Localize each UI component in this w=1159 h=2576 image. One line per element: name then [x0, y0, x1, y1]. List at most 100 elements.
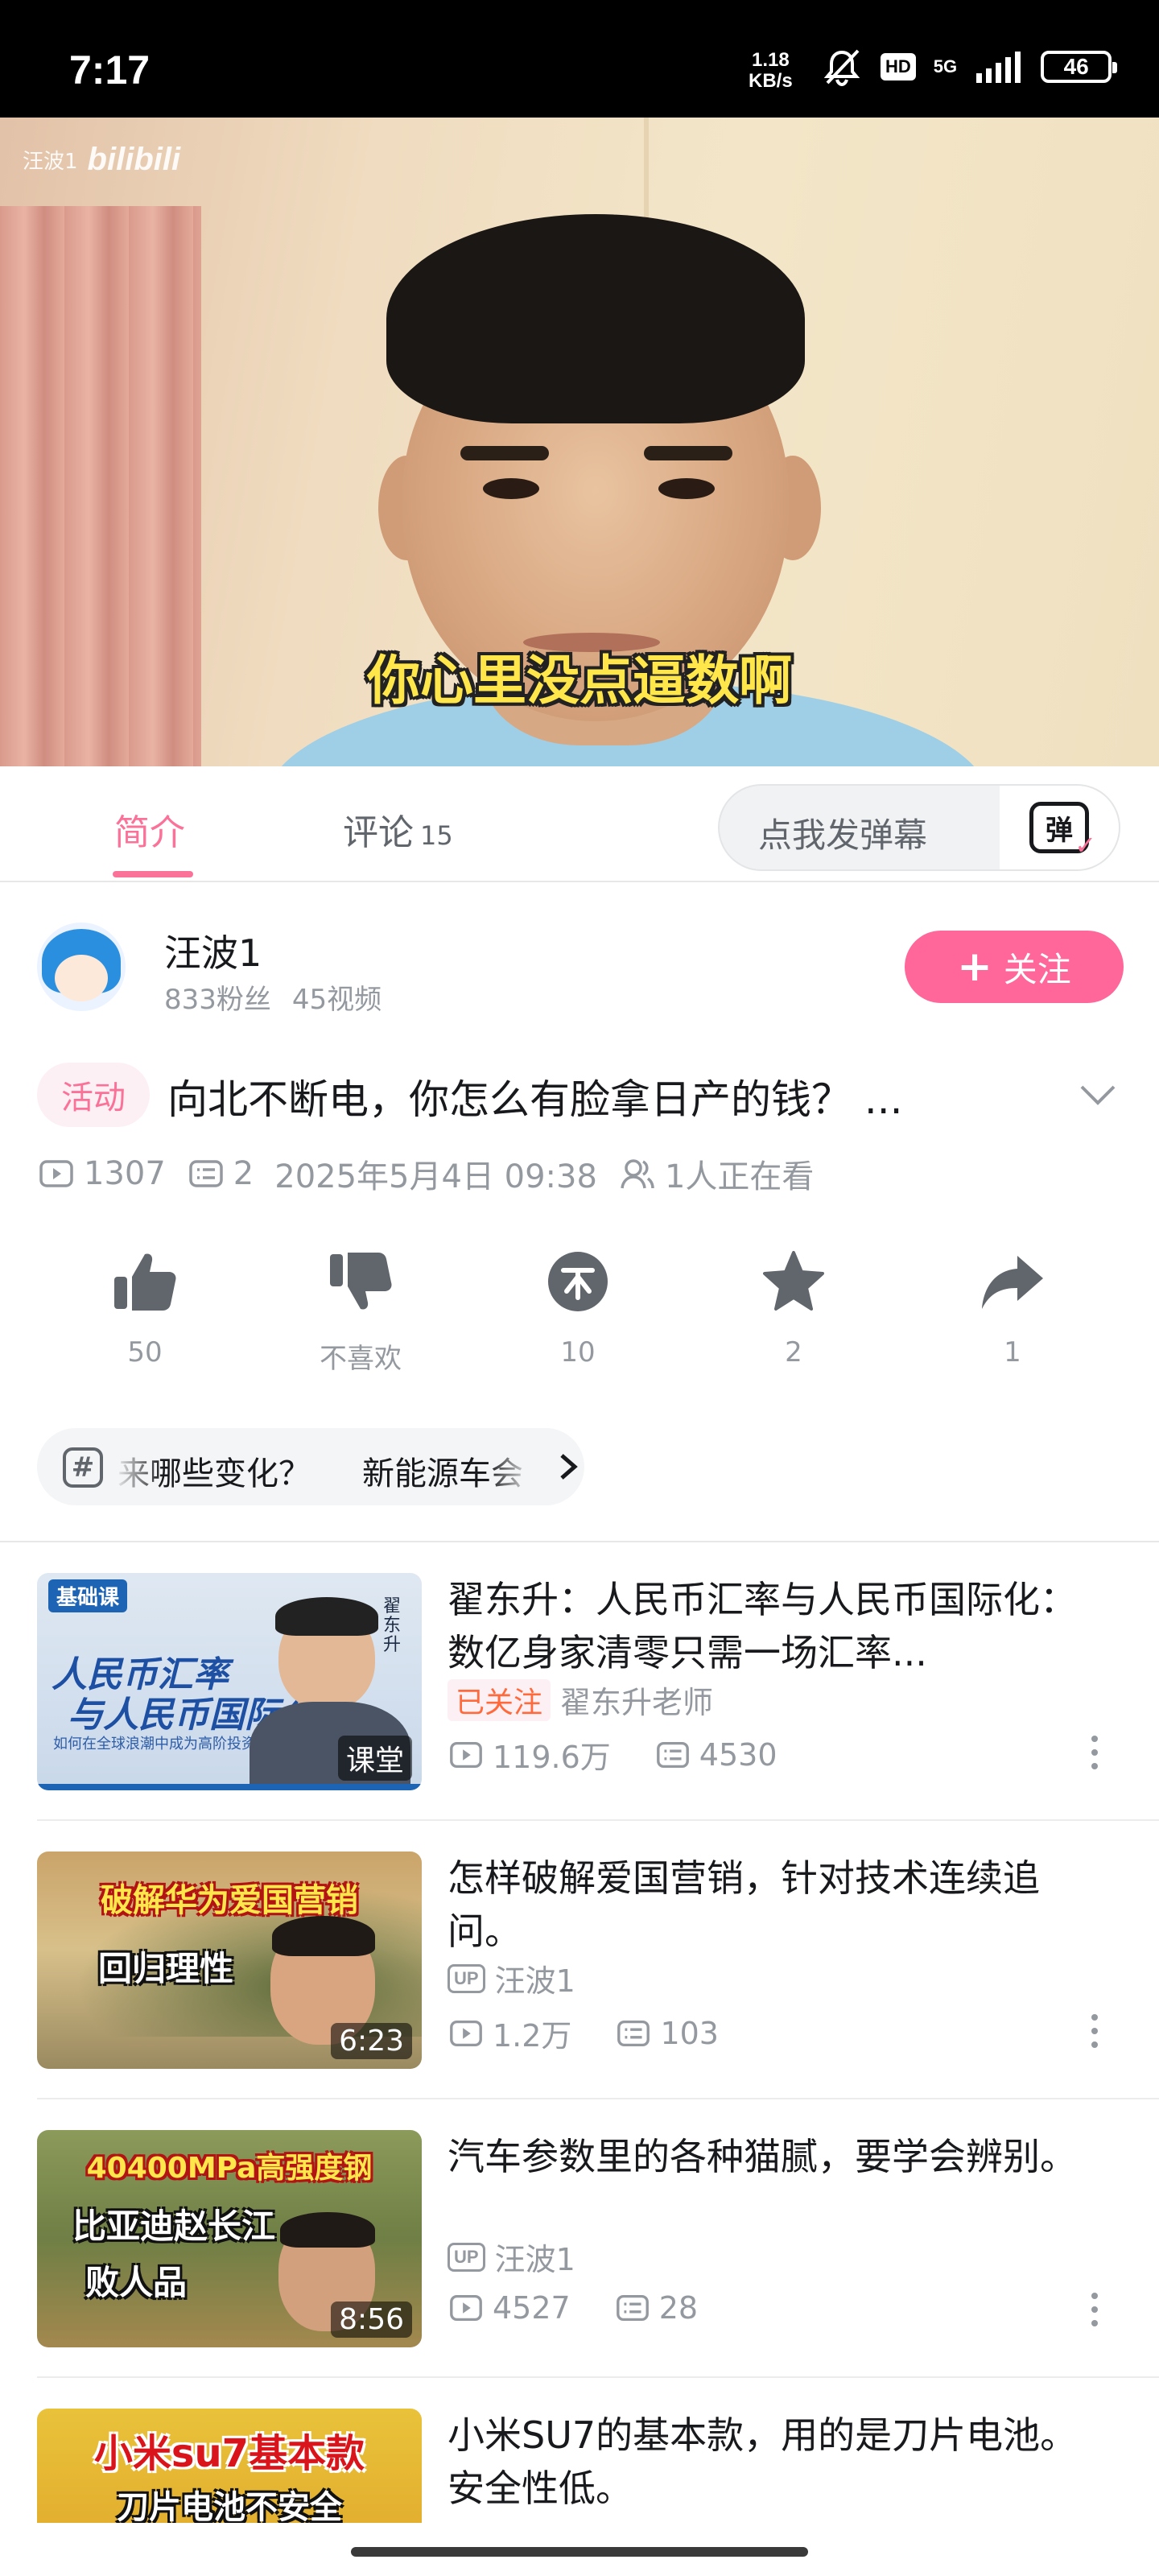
thumb-line1: 破解华为爱国营销 [101, 1882, 358, 1919]
tab-active-indicator [113, 871, 193, 877]
clock: 7:17 [69, 47, 151, 93]
tab-bar: 简介 评论 15 点我发弹幕 弹 [0, 768, 1159, 882]
danmaku-placeholder: 点我发弹幕 [758, 815, 928, 855]
activity-tag[interactable]: 活动 [37, 1063, 150, 1127]
followed-badge: 已关注 [448, 1678, 551, 1721]
thumb-line2: 比亚迪赵长江 [72, 2207, 276, 2246]
star-icon [763, 1251, 824, 1311]
recommended-video-3[interactable]: 40400MPa高强度钢 比亚迪赵长江 败人品 8:56 汽车参数里的各种猫腻，… [0, 2099, 1159, 2378]
video-frame-eye-right [658, 478, 715, 499]
thumb-bottom-bar [37, 1784, 422, 1790]
watching-now: 1人正在看 [618, 1150, 814, 1197]
follow-label: 关注 [1003, 949, 1071, 989]
uploader-name: 汪波1 [494, 1963, 575, 1999]
thumb-line2: 刀片电池不安全 [117, 2489, 342, 2523]
more-options-icon[interactable] [1085, 2293, 1104, 2341]
video-player[interactable]: 汪波1 bilibili 你心里没点逼数啊 [0, 118, 1159, 766]
video-title: 向北不断电，你怎么有脸拿日产的钱？ ... [167, 1076, 903, 1123]
video-watermark: 汪波1 bilibili [23, 142, 180, 178]
comment-count: 15 [420, 820, 453, 851]
uploader-fans: 833粉丝 [164, 984, 271, 1016]
thumb-badge: 基础课 [48, 1579, 128, 1612]
publish-date-value: 2025年5月4日 09:38 [274, 1158, 597, 1195]
danmaku-count: 2 [187, 1154, 254, 1193]
recommended-stats: 1.2万 103 [448, 2011, 719, 2055]
danmaku-toggle-button[interactable]: 弹 [1000, 786, 1119, 869]
chevron-down-icon[interactable] [1074, 1071, 1122, 1119]
status-bar: 7:17 1.18 KB/s HD 5G 46 [0, 0, 1159, 118]
video-frame-brow-right [644, 446, 732, 460]
up-badge-icon: UP [448, 1963, 485, 1993]
danmaku-count: 4530 [699, 1736, 777, 1773]
view-count: 1.2万 [493, 2018, 572, 2054]
video-frame-brow-left [460, 446, 549, 460]
danmaku-button-label: 弹 [1046, 814, 1073, 847]
video-stats: 1307 2 2025年5月4日 09:38 1人正在看 [37, 1151, 835, 1196]
topic-fade-left [114, 1428, 163, 1505]
video-thumbnail[interactable]: 破解华为爱国营销 回归理性 6:23 [37, 1852, 422, 2069]
video-thumbnail[interactable]: 基础课 人民币汇率 与人民币国际化 如何在全球浪潮中成为高阶投资者 翟东升 课堂 [37, 1573, 422, 1790]
dislike-label: 不喜欢 [320, 1343, 402, 1375]
danmaku-count: 28 [658, 2290, 699, 2326]
danmaku-count-icon [617, 2020, 650, 2046]
uploader-avatar[interactable] [37, 923, 126, 1011]
view-count: 4527 [493, 2290, 571, 2326]
thumb-name: 翟东升 [383, 1596, 402, 1655]
video-duration: 6:23 [331, 2023, 412, 2059]
recommended-video-1[interactable]: 基础课 人民币汇率 与人民币国际化 如何在全球浪潮中成为高阶投资者 翟东升 课堂… [0, 1542, 1159, 1821]
topic-chips[interactable]: # 来哪些变化？ 新能源车会 [37, 1428, 584, 1505]
status-icons: HD 5G 46 [821, 47, 1118, 87]
people-icon [621, 1159, 654, 1189]
thumb-person-hair [280, 2212, 375, 2248]
dislike-button[interactable]: 不喜欢 [280, 1248, 441, 1376]
video-frame-eye-left [483, 478, 539, 499]
danmaku-count-value: 2 [233, 1155, 254, 1192]
chevron-right-icon[interactable] [552, 1443, 584, 1491]
coin-button[interactable]: 10 [497, 1248, 658, 1368]
recommended-stats: 119.6万 4530 [448, 1732, 777, 1777]
video-thumbnail[interactable]: 小米su7基本款 刀片电池不安全 [37, 2409, 422, 2523]
topic-fade-right [488, 1428, 552, 1505]
battery-level: 46 [1063, 54, 1089, 79]
recommended-uploader: 已关注 翟东升老师 [448, 1678, 713, 1722]
publish-date: 2025年5月4日 09:38 [274, 1150, 597, 1197]
action-bar: 50 不喜欢 10 2 1 [0, 1248, 1159, 1385]
tab-comments[interactable]: 评论 15 [343, 803, 453, 855]
play-count-icon [39, 1160, 73, 1187]
plus-icon: + [957, 943, 992, 991]
thumb-person-hair [275, 1597, 378, 1636]
recommended-uploader: UP 汪波1 [448, 2235, 575, 2279]
thumbs-down-icon [330, 1253, 392, 1310]
recommended-title[interactable]: 汽车参数里的各种猫腻，要学会辨别。 [448, 2130, 1091, 2183]
recommended-video-4[interactable]: 小米su7基本款 刀片电池不安全 小米SU7的基本款，用的是刀片电池。安全性低。 [0, 2378, 1159, 2523]
recommended-video-2[interactable]: 破解华为爱国营销 回归理性 6:23 怎样破解爱国营销，针对技术连续追问。 UP… [0, 1821, 1159, 2099]
share-button[interactable]: 1 [932, 1248, 1093, 1368]
uploader-name[interactable]: 汪波1 [164, 924, 262, 977]
thumb-line2: 回归理性 [98, 1949, 234, 1988]
thumb-person-hair [272, 1916, 375, 1956]
more-options-icon[interactable] [1085, 2014, 1104, 2062]
play-count-icon [450, 2020, 482, 2046]
favorite-count: 2 [785, 1336, 802, 1368]
danmaku-input[interactable]: 点我发弹幕 弹 [718, 784, 1120, 871]
recommended-stats: 4527 28 [448, 2289, 698, 2326]
home-indicator[interactable] [351, 2547, 808, 2557]
recommended-title[interactable]: 小米SU7的基本款，用的是刀片电池。安全性低。 [448, 2409, 1091, 2515]
network-speed-unit: KB/s [749, 70, 793, 92]
bilibili-logo: bilibili [87, 142, 181, 177]
like-button[interactable]: 50 [64, 1248, 225, 1368]
share-icon [982, 1256, 1043, 1309]
video-thumbnail[interactable]: 40400MPa高强度钢 比亚迪赵长江 败人品 8:56 [37, 2130, 422, 2347]
network-type: 5G [933, 56, 958, 76]
video-duration: 8:56 [331, 2301, 412, 2338]
tab-intro[interactable]: 简介 [114, 803, 185, 855]
signal-icon [976, 52, 1021, 83]
watermark-user: 汪波1 [23, 150, 78, 174]
danmaku-count-icon [616, 2294, 649, 2322]
more-options-icon[interactable] [1085, 1736, 1104, 1784]
recommended-title[interactable]: 怎样破解爱国营销，针对技术连续追问。 [448, 1852, 1091, 1958]
follow-button[interactable]: + 关注 [905, 931, 1124, 1003]
recommended-title[interactable]: 翟东升：人民币汇率与人民币国际化：数亿身家清零只需一场汇率... [448, 1573, 1091, 1679]
video-duration: 课堂 [337, 1736, 412, 1781]
favorite-button[interactable]: 2 [713, 1248, 874, 1368]
